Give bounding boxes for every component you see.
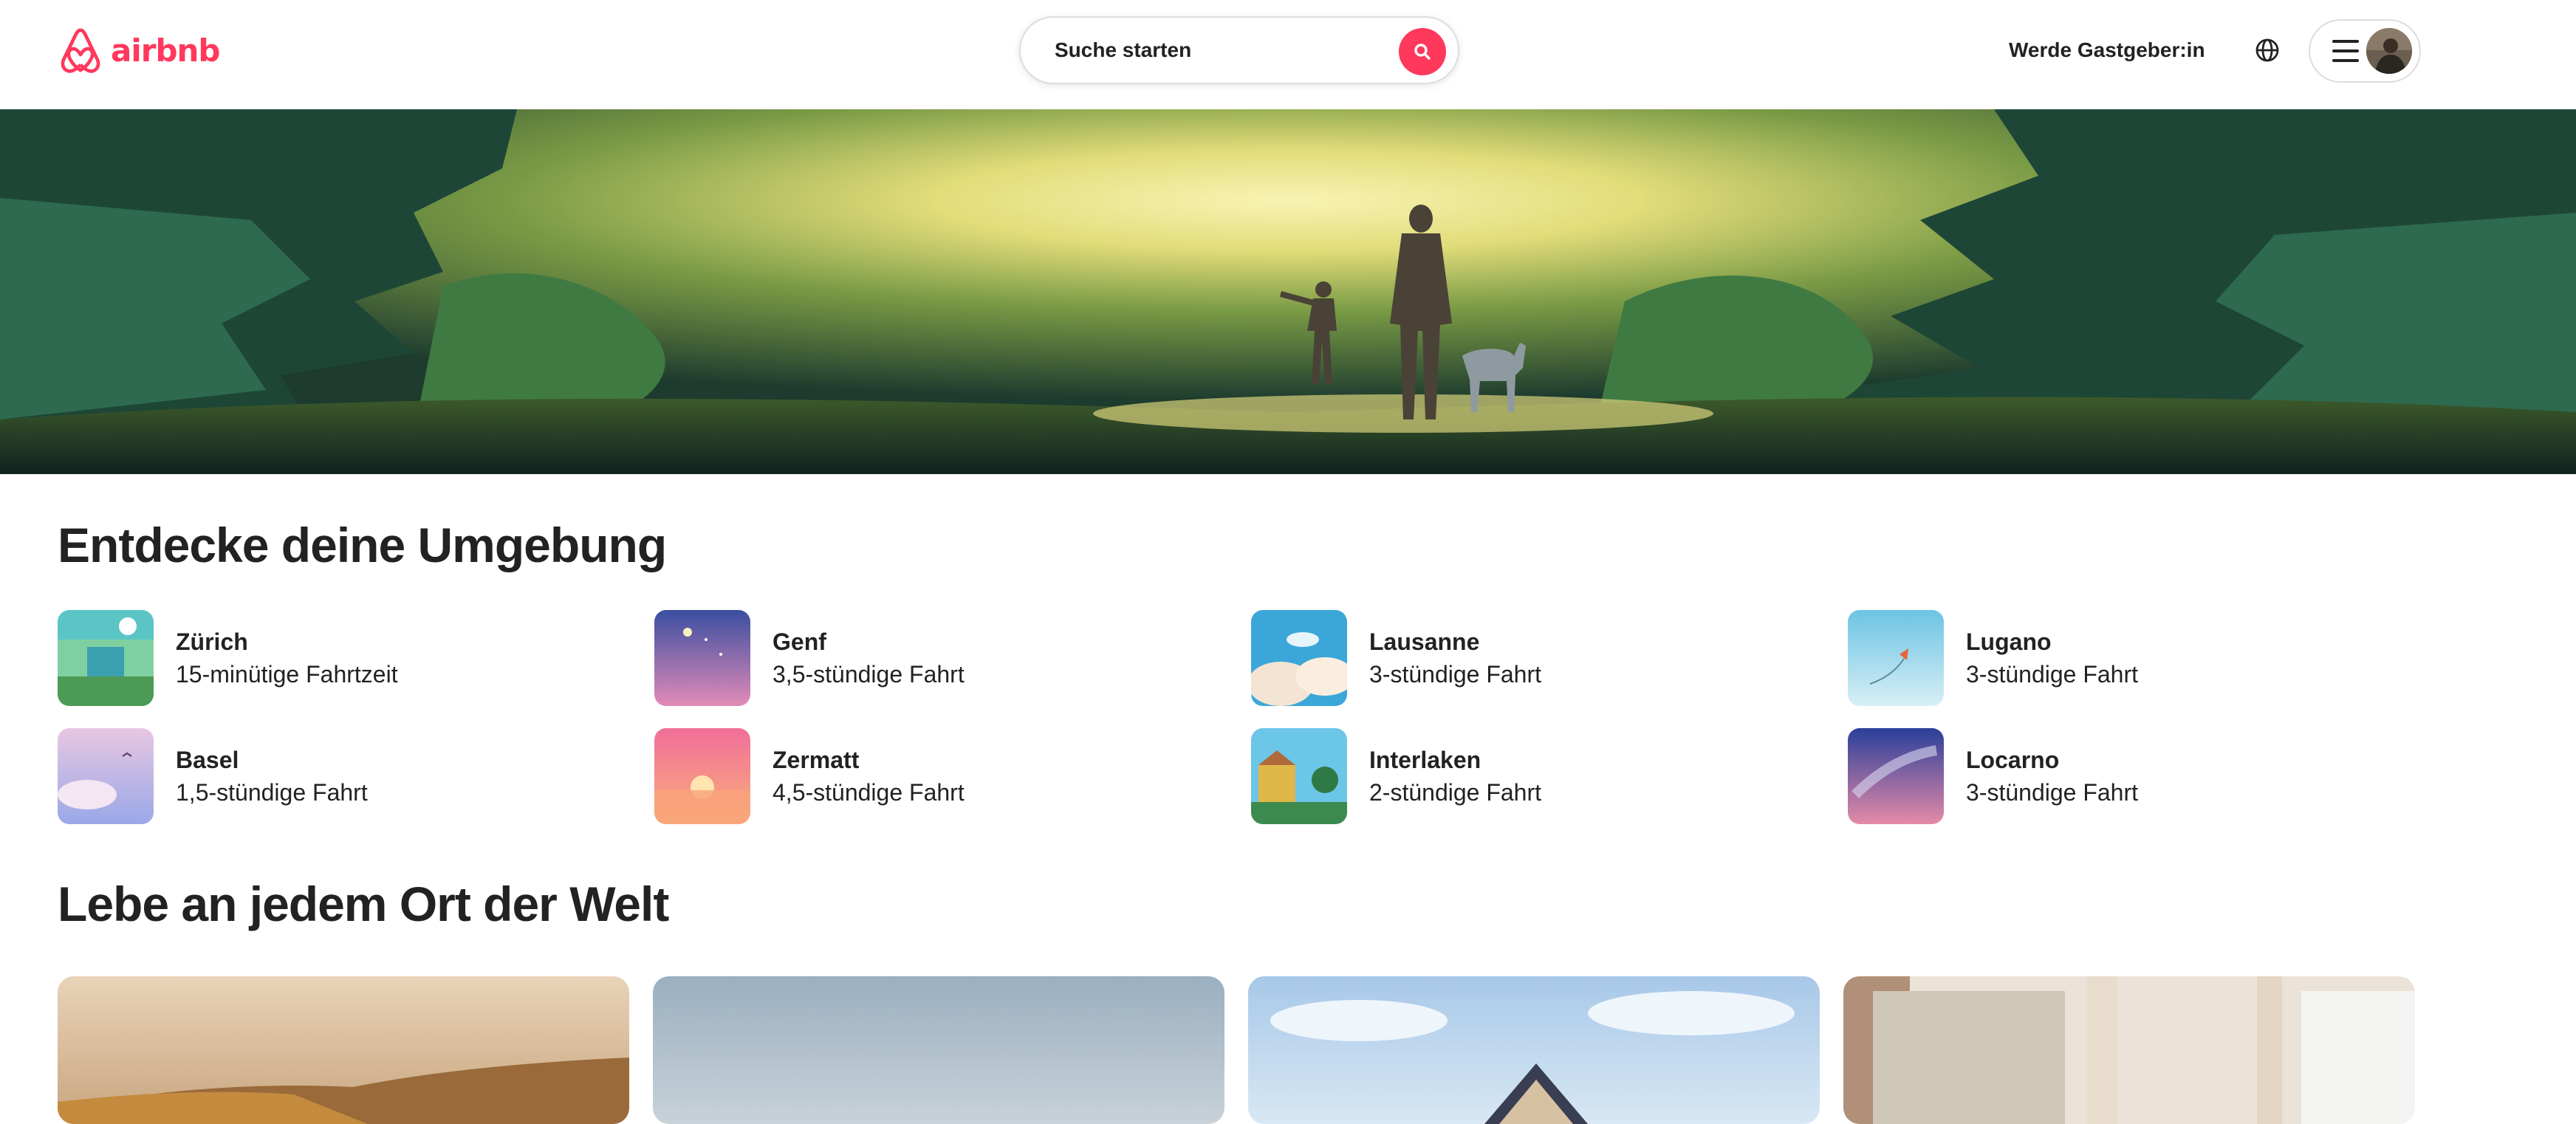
hero-illustration	[0, 109, 2576, 474]
destination-travel-time: 2-stündige Fahrt	[1369, 779, 1542, 806]
destination-travel-time: 1,5-stündige Fahrt	[176, 779, 368, 806]
destination-travel-time: 4,5-stündige Fahrt	[773, 779, 965, 806]
search-placeholder: Suche starten	[1055, 38, 1192, 61]
destination-thumbnail	[1848, 728, 1944, 824]
top-nav: airbnb Suche starten Werde Gastgeber:in	[0, 0, 2576, 109]
destination-travel-time: 15-minütige Fahrtzeit	[176, 661, 398, 688]
destination-name: Lugano	[1966, 628, 2052, 655]
destination-travel-time: 3-stündige Fahrt	[1966, 661, 2139, 688]
language-button[interactable]	[2245, 32, 2289, 68]
destination-travel-time: 3-stündige Fahrt	[1966, 779, 2139, 806]
search-button[interactable]	[1399, 28, 1446, 75]
airbnb-belo-icon	[61, 28, 100, 73]
category-card-homes[interactable]	[1248, 976, 1820, 1124]
category-card-outdoor[interactable]	[58, 976, 629, 1124]
destination-thumbnail	[1251, 728, 1347, 824]
category-card-pets[interactable]	[1843, 976, 2415, 1124]
destination-name: Lausanne	[1369, 628, 1480, 655]
user-avatar	[2366, 28, 2412, 74]
outdoor-getaways-photo	[58, 976, 629, 1124]
destination-name: Interlaken	[1369, 747, 1481, 773]
destination-lugano[interactable]: Lugano 3-stündige Fahrt	[1848, 610, 2409, 706]
destination-travel-time: 3,5-stündige Fahrt	[773, 661, 965, 688]
destination-locarno[interactable]: Locarno 3-stündige Fahrt	[1848, 728, 2409, 824]
destination-thumbnail	[1848, 610, 1944, 706]
destination-lausanne[interactable]: Lausanne 3-stündige Fahrt	[1251, 610, 1812, 706]
destination-name: Zürich	[176, 628, 248, 655]
become-host-link[interactable]: Werde Gastgeber:in	[2009, 35, 2205, 65]
destination-name: Basel	[176, 747, 239, 773]
destination-thumbnail	[654, 728, 750, 824]
globe-icon	[2255, 38, 2279, 62]
destination-genf[interactable]: Genf 3,5-stündige Fahrt	[654, 610, 1216, 706]
nearby-section-title: Entdecke deine Umgebung	[58, 518, 667, 572]
destination-zermatt[interactable]: Zermatt 4,5-stündige Fahrt	[654, 728, 1216, 824]
destination-travel-time: 3-stündige Fahrt	[1369, 661, 1542, 688]
destination-name: Genf	[773, 628, 826, 655]
destination-basel[interactable]: Basel 1,5-stündige Fahrt	[58, 728, 619, 824]
hamburger-menu-icon	[2332, 40, 2359, 62]
logo-wordmark: airbnb	[111, 32, 220, 69]
destination-zurich[interactable]: Zürich 15-minütige Fahrtzeit	[58, 610, 619, 706]
nearby-destinations-grid: Zürich 15-minütige Fahrtzeit Genf 3,5-st…	[58, 610, 2421, 824]
unique-stays-photo	[653, 976, 1224, 1124]
destination-thumbnail	[58, 610, 154, 706]
live-anywhere-cards	[58, 976, 2421, 1124]
destination-name: Locarno	[1966, 747, 2060, 773]
destination-name: Zermatt	[773, 747, 860, 773]
destination-interlaken[interactable]: Interlaken 2-stündige Fahrt	[1251, 728, 1812, 824]
entire-homes-photo	[1248, 976, 1820, 1124]
destination-thumbnail	[58, 728, 154, 824]
search-icon	[1414, 44, 1431, 60]
hero-banner[interactable]	[0, 109, 2576, 474]
destination-thumbnail	[1251, 610, 1347, 706]
pets-allowed-photo	[1843, 976, 2415, 1124]
live-anywhere-section-title: Lebe an jedem Ort der Welt	[58, 877, 669, 931]
destination-thumbnail	[654, 610, 750, 706]
category-card-unique[interactable]	[653, 976, 1224, 1124]
airbnb-logo[interactable]: airbnb	[58, 27, 220, 74]
search-bar[interactable]: Suche starten	[1019, 16, 1459, 84]
user-menu-button[interactable]	[2309, 19, 2421, 83]
